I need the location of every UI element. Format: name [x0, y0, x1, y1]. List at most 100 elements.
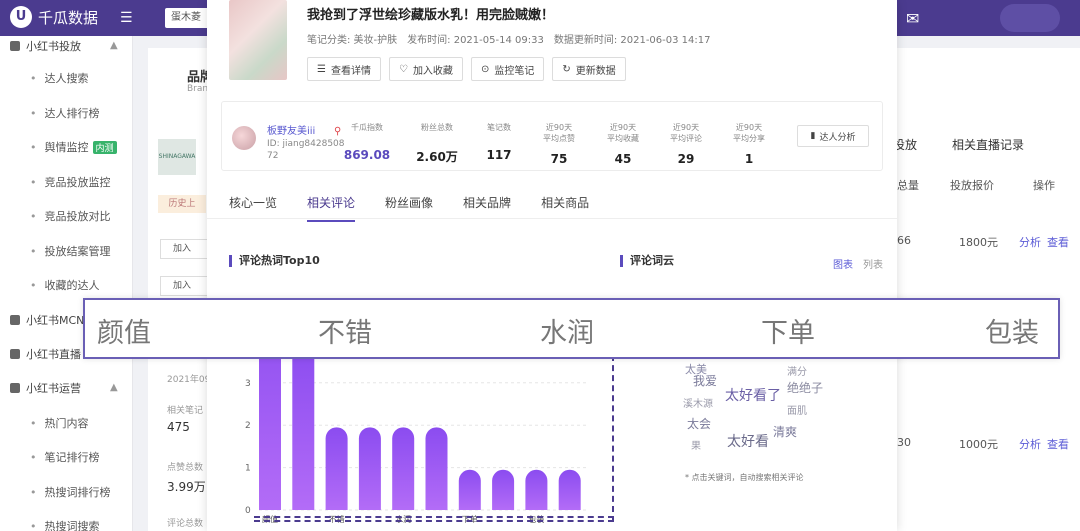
toggle-chart[interactable]: 图表	[833, 260, 853, 271]
sidebar-item-label: 收藏的达人	[44, 279, 100, 292]
cloud-word[interactable]: 溪木源	[683, 395, 713, 410]
kol-stat-label: 千瓜指数	[351, 123, 383, 132]
bar[interactable]	[558, 469, 581, 510]
toggle-list[interactable]: 列表	[863, 260, 883, 271]
note-action-row: ☰ 查看详情 ♡ 加入收藏 ⊙ 监控笔记 ↻ 更新数据	[307, 57, 626, 81]
sidebar-item-label: 投放结案管理	[44, 245, 111, 258]
pin-icon: ⚲	[334, 126, 342, 137]
history-chip[interactable]: 历史上	[158, 195, 206, 213]
bg-row2-price: 1000元	[959, 438, 998, 451]
cloud-word[interactable]: 绝绝子	[787, 379, 823, 396]
cloud-word[interactable]: 太会	[687, 415, 711, 432]
kol-stat-label: 近90天 平均点赞	[543, 123, 575, 143]
cloud-word[interactable]: 果	[691, 437, 701, 452]
sidebar-group-label: 小红书MCN	[26, 314, 85, 327]
sidebar-item-hot-content[interactable]: 热门内容	[30, 415, 89, 431]
sidebar-item-label: 达人搜索	[44, 72, 89, 85]
kol-stat: 千瓜指数 869.08	[342, 122, 392, 162]
bar[interactable]	[492, 469, 515, 510]
sidebar-group-mcn[interactable]: 小红书MCN	[10, 312, 84, 328]
kol-stat: 近90天 平均收藏 45	[598, 122, 648, 166]
logo-mark: U	[10, 6, 32, 28]
cloud-word[interactable]: 太好看	[727, 431, 769, 451]
sidebar-item-competitor-monitor[interactable]: 竞品投放监控	[30, 174, 111, 190]
kol-stat-value: 869.08	[343, 148, 391, 162]
sidebar-item-label: 热搜词排行榜	[44, 486, 111, 499]
kol-avatar[interactable]	[232, 126, 256, 150]
kol-analysis-button[interactable]: ▮ 达人分析	[797, 125, 869, 147]
location-icon: ⊙	[480, 63, 490, 75]
list-icon: ☰	[317, 63, 326, 75]
bg-likes-value: 3.99万	[167, 480, 206, 494]
bar[interactable]	[425, 427, 448, 510]
wordcloud-section-title: 评论词云	[620, 255, 674, 267]
bg-add-button-2[interactable]: 加入	[160, 276, 208, 296]
kol-stat-value: 29	[677, 152, 695, 166]
logo-text: 千瓜数据	[38, 8, 99, 27]
sidebar-group-label: 小红书直播	[26, 348, 81, 361]
bar[interactable]	[292, 344, 315, 510]
y-tick-label: 2	[245, 421, 251, 431]
kol-stat: 粉丝总数 2.60万	[412, 122, 462, 165]
bar[interactable]	[358, 427, 381, 510]
bar[interactable]	[392, 427, 415, 510]
bar[interactable]	[525, 469, 548, 510]
bg-tab-live[interactable]: 相关直播记录	[952, 136, 1024, 153]
monitor-note-button[interactable]: ⊙ 监控笔记	[470, 57, 545, 81]
bg-row2-analyze-link[interactable]: 分析	[1019, 436, 1041, 452]
button-label: 更新数据	[575, 65, 616, 77]
y-tick-label: 1	[245, 464, 251, 474]
note-thumbnail[interactable]	[229, 0, 287, 80]
cloud-word[interactable]: 清爽	[773, 423, 797, 440]
sidebar-item-hotword-rank[interactable]: 热搜词排行榜	[30, 484, 111, 500]
sidebar-item-competitor-compare[interactable]: 竞品投放对比	[30, 208, 111, 224]
bg-likes-label: 点赞总数	[167, 463, 204, 473]
bar-chart-icon: ▮	[810, 131, 816, 141]
bg-notes-label: 相关笔记	[167, 406, 204, 416]
bg-add-button[interactable]: 加入	[160, 239, 208, 259]
note-title: 我抢到了浮世绘珍藏版水乳！用完脸贼嫩！	[307, 8, 555, 23]
cloud-word[interactable]: 太好看了	[725, 385, 781, 405]
brand-logo: SHINAGAWA	[158, 139, 196, 175]
cloud-word[interactable]: 满分	[787, 363, 807, 378]
y-tick-label: 3	[245, 379, 251, 389]
bg-notes-value: 475	[167, 420, 190, 434]
tab-divider	[207, 218, 897, 219]
kol-stat: 近90天 平均分享 1	[724, 122, 774, 166]
sidebar-group-live[interactable]: 小红书直播	[10, 346, 81, 362]
sidebar-item-label: 达人排行榜	[44, 107, 100, 120]
bar[interactable]	[325, 427, 348, 510]
sidebar-item-label: 竞品投放监控	[44, 176, 111, 189]
sidebar-item-note-rank[interactable]: 笔记排行榜	[30, 449, 100, 465]
sidebar-group-delivery[interactable]: 小红书投放	[10, 38, 81, 54]
sidebar-group-operation[interactable]: 小红书运营	[10, 380, 81, 396]
kol-stat: 笔记数 117	[474, 122, 524, 162]
menu-fold-icon[interactable]: ☰	[120, 10, 133, 26]
app-logo[interactable]: U 千瓜数据	[10, 6, 98, 28]
bg-row2-num: 30	[897, 436, 911, 449]
view-detail-button[interactable]: ☰ 查看详情	[307, 57, 381, 81]
sidebar-item-opinion[interactable]: 舆情监控内测	[30, 139, 117, 155]
cloud-word[interactable]: 面肌	[787, 402, 807, 417]
sidebar-item-kol-rank[interactable]: 达人排行榜	[30, 105, 100, 121]
bar[interactable]	[458, 469, 481, 510]
button-label: 监控笔记	[494, 65, 535, 77]
sidebar-item-favorites[interactable]: 收藏的达人	[30, 277, 100, 293]
kol-name[interactable]: 板野友美iii	[267, 122, 315, 137]
banner-word: 颜值	[97, 318, 151, 349]
sidebar-item-case-manage[interactable]: 投放结案管理	[30, 243, 111, 259]
sidebar-item-kol-search[interactable]: 达人搜索	[30, 70, 89, 86]
mail-icon[interactable]: ✉	[906, 9, 919, 28]
user-avatar[interactable]	[1000, 4, 1060, 32]
sidebar-item-hotword-search[interactable]: 热搜词搜索	[30, 518, 100, 531]
bg-col-op: 操作	[1033, 179, 1055, 192]
bg-row1-view-link[interactable]: 查看	[1047, 234, 1069, 250]
chevron-up-icon: ▲	[110, 382, 118, 393]
add-favorite-button[interactable]: ♡ 加入收藏	[388, 57, 463, 81]
bg-row1-analyze-link[interactable]: 分析	[1019, 234, 1041, 250]
refresh-data-button[interactable]: ↻ 更新数据	[552, 57, 626, 81]
bg-row2-view-link[interactable]: 查看	[1047, 436, 1069, 452]
cloud-word[interactable]: 我爱	[693, 372, 717, 389]
sidebar-item-label: 竞品投放对比	[44, 210, 111, 223]
note-detail-modal: 我抢到了浮世绘珍藏版水乳！用完脸贼嫩！ 笔记分类: 美妆-护肤 发布时间: 20…	[207, 0, 897, 531]
